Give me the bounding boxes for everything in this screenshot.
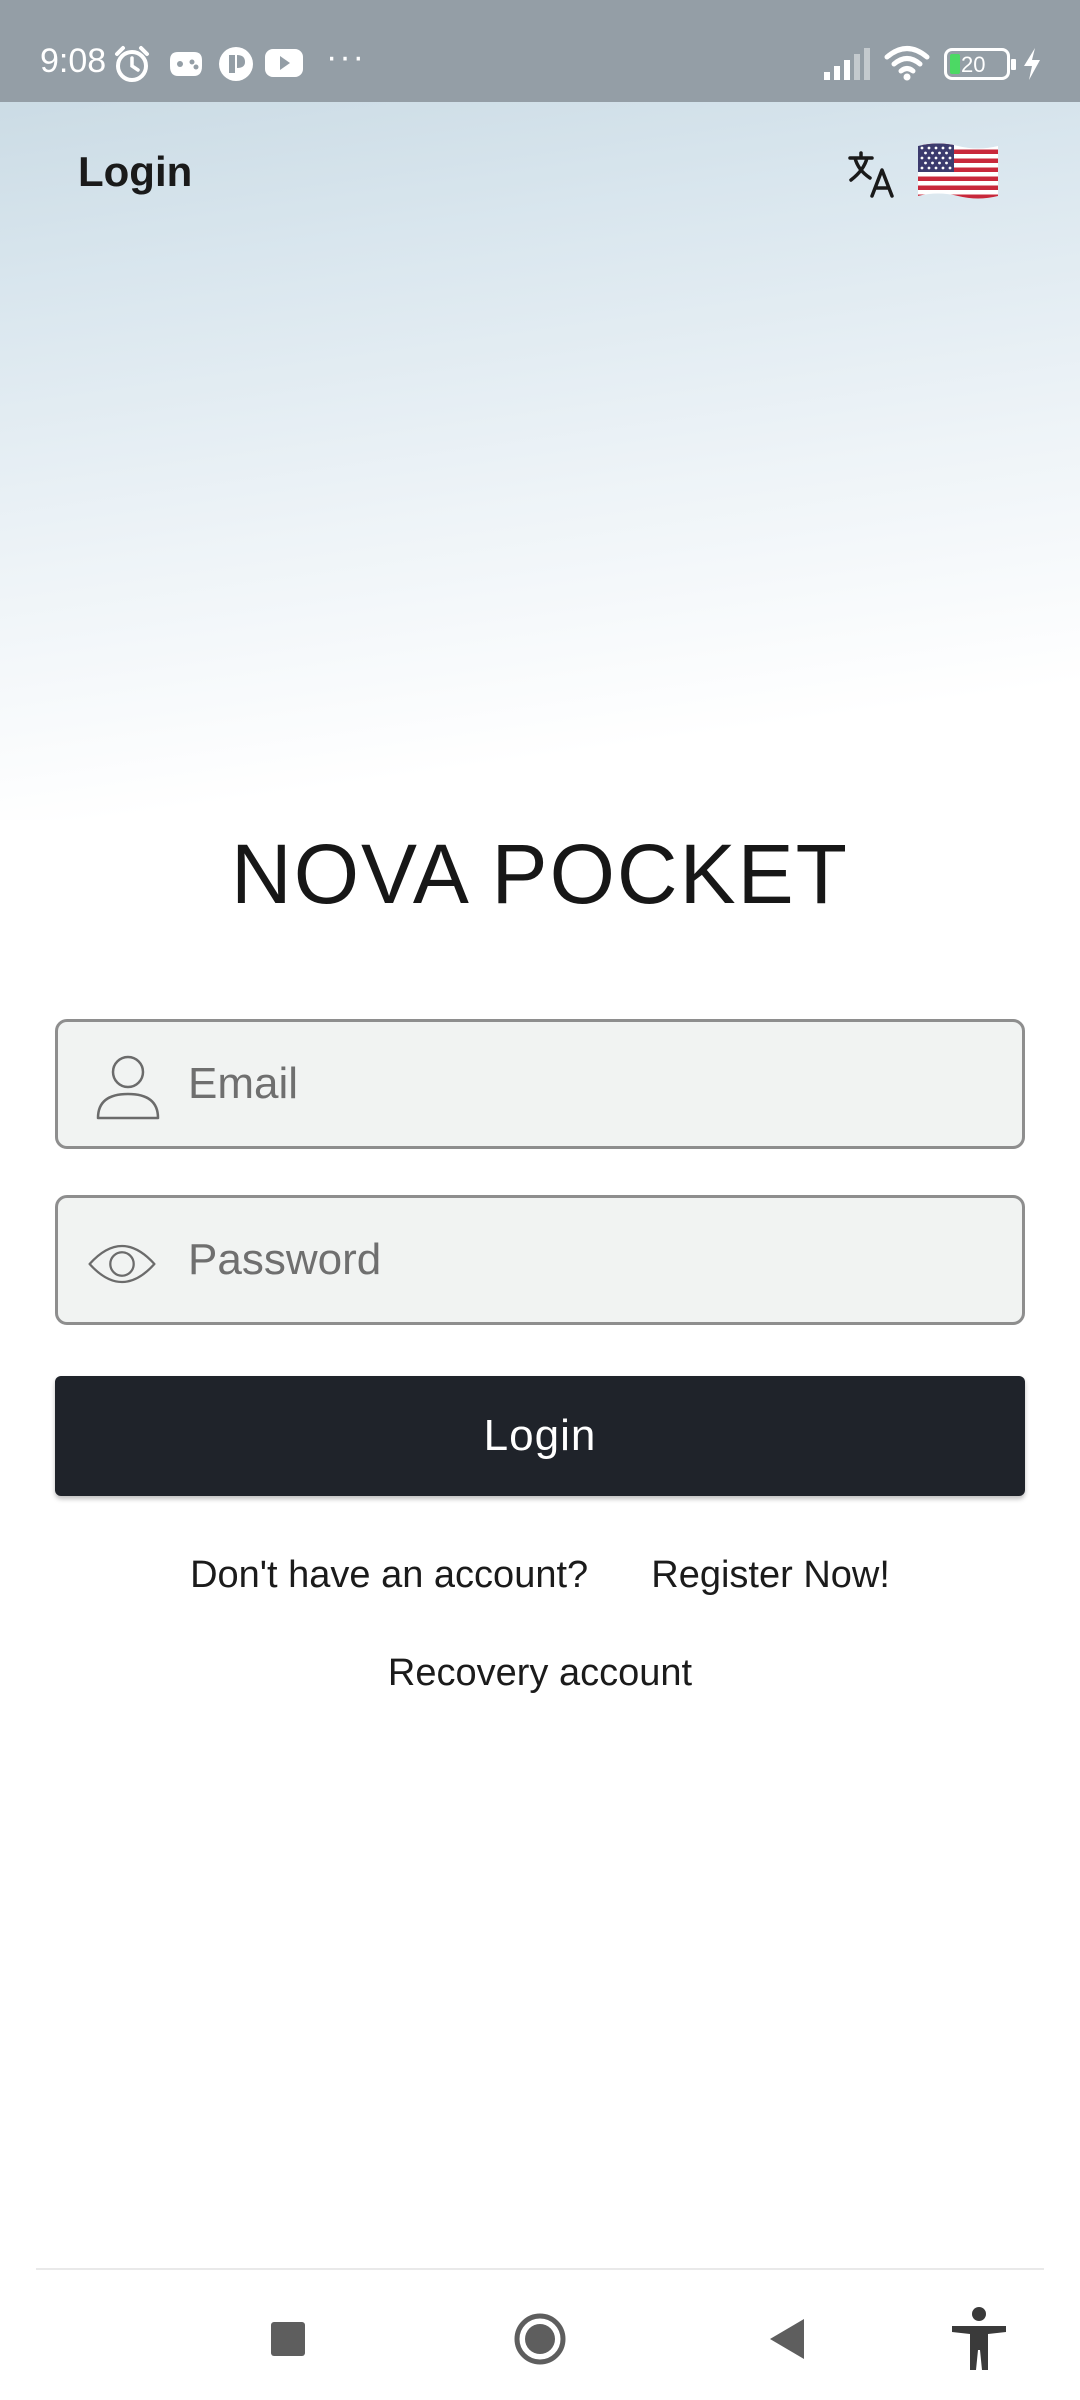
youtube-icon — [265, 49, 303, 77]
register-now-link[interactable]: Register Now! — [651, 1554, 890, 1597]
nav-divider — [36, 2268, 1044, 2270]
battery-percent: 20 — [961, 52, 986, 77]
header-gradient-background — [0, 0, 1080, 820]
home-circle-icon[interactable] — [505, 2304, 575, 2374]
login-button[interactable]: Login — [55, 1376, 1025, 1496]
alarm-icon — [115, 46, 149, 82]
password-field[interactable] — [55, 1195, 1025, 1325]
us-flag-icon[interactable] — [916, 140, 1000, 202]
charging-icon — [1024, 48, 1040, 80]
translate-icon[interactable] — [846, 148, 898, 200]
email-input[interactable] — [188, 1022, 1008, 1146]
battery-level — [950, 54, 960, 74]
register-prompt-row: Don't have an account? Register Now! — [0, 1554, 1080, 1597]
email-field[interactable] — [55, 1019, 1025, 1149]
battery-icon: 20 — [944, 48, 1016, 80]
password-input[interactable] — [188, 1198, 1008, 1322]
recents-square-icon[interactable] — [253, 2304, 323, 2374]
notification-icon — [219, 47, 253, 81]
back-triangle-icon[interactable] — [752, 2304, 822, 2374]
eye-icon[interactable] — [86, 1228, 158, 1300]
status-time: 9:08 — [40, 42, 107, 80]
more-icon: ··· — [326, 38, 366, 76]
status-bar: 9:08 ··· 20 — [0, 0, 1080, 102]
app-brand-title: NOVA POCKET — [231, 827, 849, 921]
wifi-icon — [884, 46, 930, 81]
recovery-account-link[interactable]: Recovery account — [0, 1652, 1080, 1695]
accessibility-icon[interactable] — [944, 2304, 1014, 2374]
app-bar-title: Login — [78, 148, 193, 195]
game-icon — [170, 52, 202, 76]
person-icon — [96, 1055, 160, 1120]
no-account-text: Don't have an account? — [190, 1554, 589, 1596]
signal-icon — [824, 48, 870, 80]
